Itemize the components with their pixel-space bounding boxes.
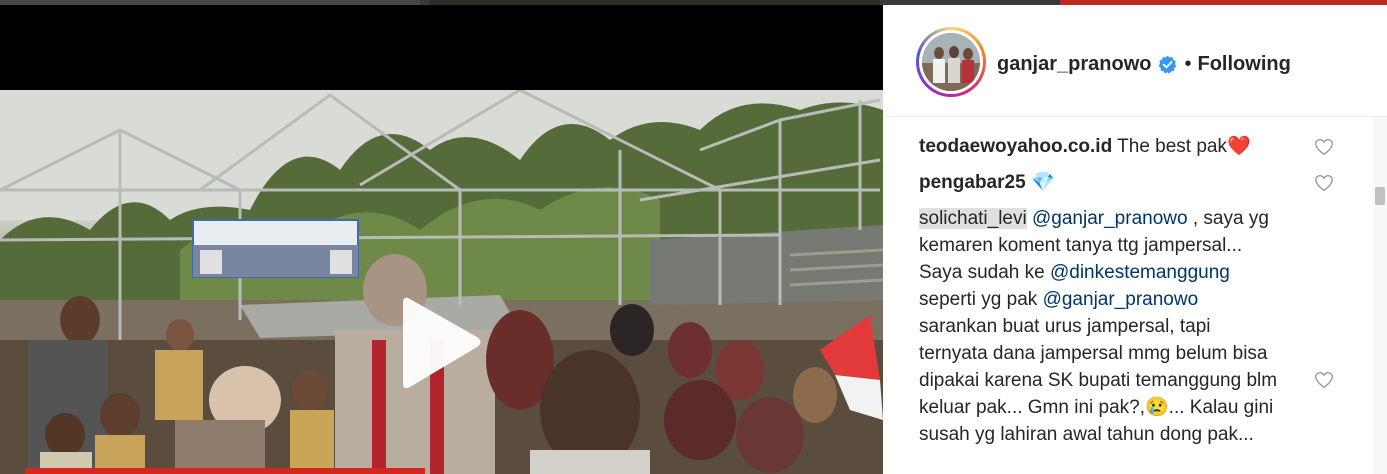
post-video[interactable] [0,5,883,474]
like-comment-heart-icon[interactable] [1314,174,1334,192]
author-username[interactable]: ganjar_pranowo [997,53,1151,76]
play-button[interactable] [391,293,487,393]
crying-face-emoji: 😢 [1145,397,1169,418]
comment-item: pengabar25 💎 [919,169,1279,196]
comment-item: teodaewoyahoo.co.id The best pak❤️ [919,133,1279,160]
comment-mention[interactable]: @ganjar_pranowo [1032,208,1188,229]
post-author-line: ganjar_pranowo • Following [997,52,1291,76]
comment-username[interactable]: pengabar25 [919,172,1026,193]
header-separator: • [1184,52,1192,75]
red-heart-emoji: ❤️ [1226,136,1251,157]
like-comment-heart-icon[interactable] [1314,138,1334,156]
author-avatar-story-ring[interactable] [916,27,986,97]
comments-scrollbar[interactable] [1373,117,1387,474]
comment-text: The best pak [1117,136,1227,157]
video-frame [0,90,883,474]
avatar [922,33,980,91]
play-icon [403,297,481,389]
comments-list[interactable]: teodaewoyahoo.co.id The best pak❤️ penga… [883,117,1387,474]
like-comment-heart-icon[interactable] [1314,371,1334,389]
comment-text: seperti yg pak [919,289,1043,310]
following-button[interactable]: Following [1198,53,1291,76]
comment-item: solichati_levi @ganjar_pranowo , saya yg… [919,205,1279,448]
comment-mention[interactable]: @ganjar_pranowo [1043,289,1199,310]
verified-badge-icon [1159,55,1177,74]
scrollbar-thumb[interactable] [1375,187,1385,205]
post-sidebar: ganjar_pranowo • Following teodaewoyahoo… [883,5,1387,474]
gem-emoji: 💎 [1030,172,1055,193]
post-header: ganjar_pranowo • Following [883,5,1387,117]
comment-mention[interactable]: @dinkestemanggung [1050,262,1230,283]
avatar-photo [922,33,980,91]
comment-username[interactable]: solichati_levi [919,208,1027,229]
avatar-ring-gap [919,30,983,94]
comment-username[interactable]: teodaewoyahoo.co.id [919,136,1112,157]
video-scene-illustration [0,90,883,474]
